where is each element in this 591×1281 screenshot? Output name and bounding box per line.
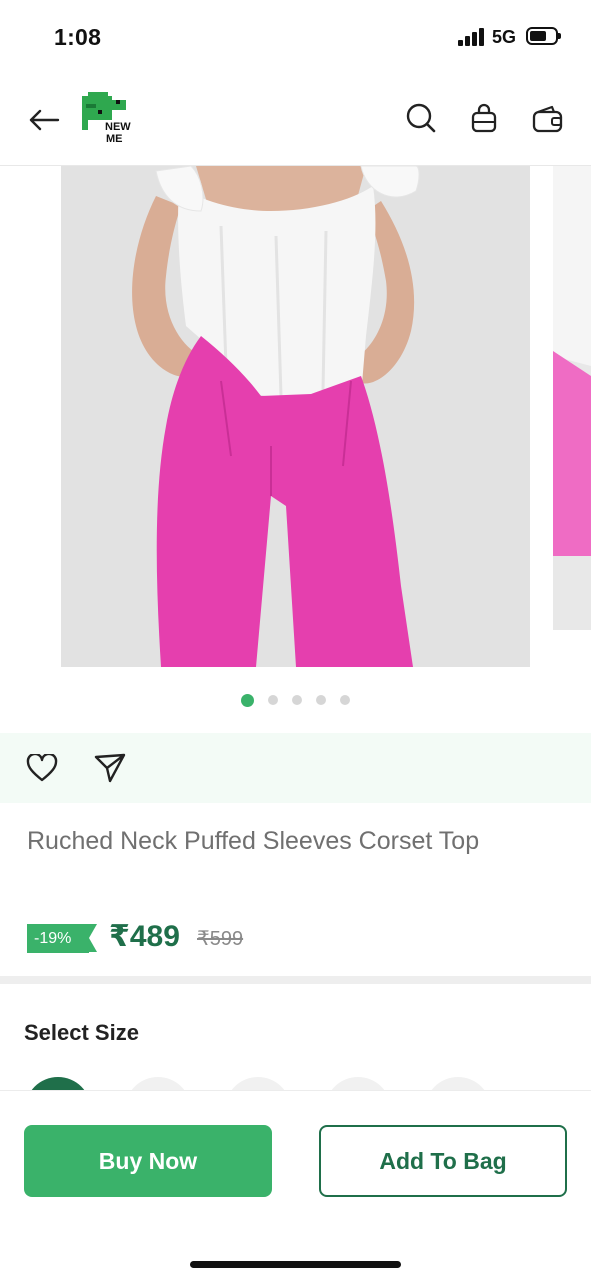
price-row: -19% ₹489 ₹599 <box>27 920 427 957</box>
status-time: 1:08 <box>54 24 102 50</box>
selling-price: ₹489 <box>109 920 180 953</box>
logo-text: NEW ME <box>105 121 131 145</box>
pagination-dot[interactable] <box>340 695 350 705</box>
bottom-action-bar: Buy Now Add To Bag <box>0 1090 591 1281</box>
product-action-bar <box>0 733 591 803</box>
gallery-pagination <box>0 692 591 708</box>
signal-icon <box>458 28 486 46</box>
share-icon[interactable] <box>92 751 128 785</box>
section-divider <box>0 976 591 984</box>
network-label: 5G <box>492 27 517 47</box>
pagination-dot[interactable] <box>316 695 326 705</box>
back-arrow-icon[interactable] <box>24 100 64 140</box>
shopping-bag-icon[interactable] <box>467 100 501 136</box>
search-icon[interactable] <box>403 100 439 136</box>
product-image[interactable] <box>61 166 530 667</box>
heart-icon[interactable] <box>24 751 60 785</box>
discount-badge: -19% <box>27 924 89 953</box>
app-header: NEW ME <box>0 70 591 166</box>
pagination-dot[interactable] <box>268 695 278 705</box>
home-indicator[interactable] <box>190 1261 401 1268</box>
wallet-icon[interactable] <box>530 102 566 136</box>
pagination-dot[interactable] <box>292 695 302 705</box>
discount-badge-tail <box>89 924 97 952</box>
battery-icon <box>526 27 561 45</box>
next-product-image[interactable] <box>553 166 591 630</box>
product-title: Ruched Neck Puffed Sleeves Corset Top <box>27 827 480 855</box>
add-to-bag-button[interactable]: Add To Bag <box>319 1125 567 1197</box>
select-size-title: Select Size <box>24 1020 139 1045</box>
buy-now-button[interactable]: Buy Now <box>24 1125 272 1197</box>
original-price: ₹599 <box>197 928 244 950</box>
pagination-dot-active[interactable] <box>241 693 254 707</box>
